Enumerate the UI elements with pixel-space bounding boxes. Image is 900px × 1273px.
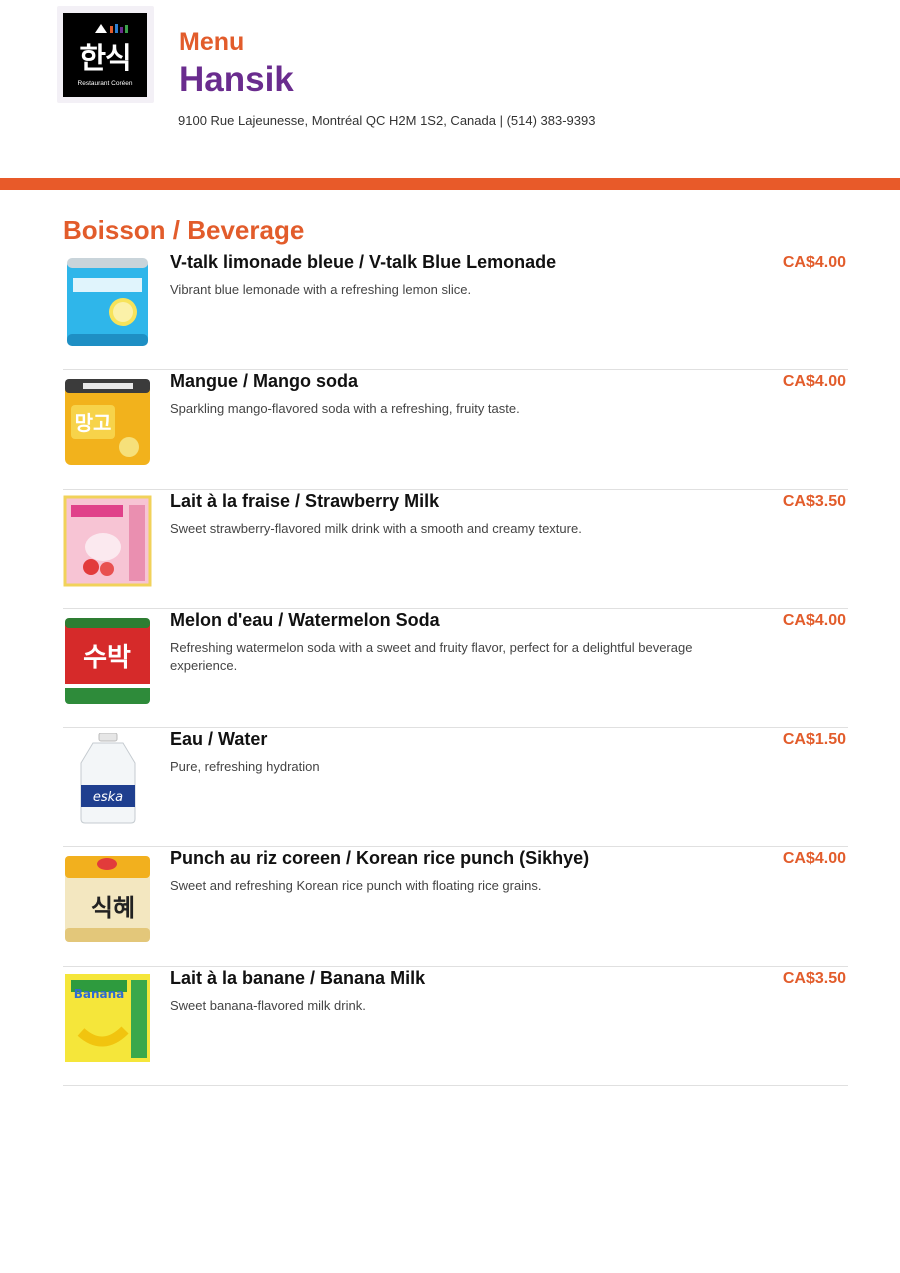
logo-badge: 한식 Restaurant Coréen: [63, 13, 147, 97]
menu-item[interactable]: V-talk limonade bleue / V-talk Blue Lemo…: [63, 251, 848, 371]
menu-item[interactable]: Lait à la fraise / Strawberry Milk Sweet…: [63, 490, 848, 609]
menu-item[interactable]: 수박 Melon d'eau / Watermelon Soda Refresh…: [63, 609, 848, 729]
item-description: Sweet banana-flavored milk drink.: [170, 997, 366, 1013]
strawberry-milk-carton-image: [63, 495, 152, 587]
item-name: V-talk limonade bleue / V-talk Blue Lemo…: [170, 252, 557, 272]
item-name: Mangue / Mango soda: [170, 371, 359, 392]
menu-item[interactable]: eska Eau / Water Pure, refreshing hydrat…: [63, 728, 848, 848]
item-price: CA$3.50: [782, 492, 846, 510]
menu-item[interactable]: Banana Lait à la banane / Banana Milk Sw…: [63, 967, 848, 1087]
water-bottle-image: eska: [80, 733, 136, 824]
svg-text:Banana: Banana: [74, 987, 125, 1001]
item-price: CA$4.00: [782, 611, 846, 629]
watermelon-soda-can-image: 수박: [65, 617, 150, 704]
item-price: CA$4.00: [782, 254, 846, 271]
item-description: Sweet and refreshing Korean rice punch w…: [170, 878, 542, 894]
svg-text:식혜: 식혜: [91, 894, 135, 922]
svg-text:eska: eska: [93, 790, 123, 805]
logo-decoration-icon: [95, 24, 128, 33]
svg-text:수박: 수박: [83, 643, 131, 673]
item-description: Vibrant blue lemonade with a refreshing …: [170, 282, 472, 297]
item-description: Pure, refreshing hydration: [170, 759, 320, 775]
logo-subtitle: Restaurant Coréen: [77, 80, 133, 87]
rice-punch-can-image: 식혜: [65, 856, 150, 943]
banana-milk-carton-image: Banana: [65, 973, 150, 1062]
item-price: CA$1.50: [782, 731, 846, 749]
logo-hangul-text: 한식: [79, 41, 131, 75]
item-name: Eau / Water: [170, 729, 268, 750]
item-description: Refreshing watermelon soda with a sweet …: [170, 639, 693, 673]
header-divider-bar: [0, 178, 900, 190]
mango-soda-can-image: 망고: [65, 379, 150, 466]
item-price: CA$4.00: [782, 373, 846, 391]
item-name: Lait à la banane / Banana Milk: [170, 967, 426, 988]
restaurant-address: 9100 Rue Lajeunesse, Montréal QC H2M 1S2…: [178, 113, 596, 128]
restaurant-name: Hansik: [179, 60, 294, 99]
restaurant-logo: 한식 Restaurant Coréen: [57, 6, 154, 103]
item-description: Sparkling mango-flavored soda with a ref…: [170, 401, 520, 417]
menu-item[interactable]: 식혜 Punch au riz coreen / Korean rice pun…: [63, 847, 848, 967]
menu-item[interactable]: 망고 Mangue / Mango soda Sparkling mango-f…: [63, 370, 848, 490]
item-price: CA$4.00: [782, 850, 846, 868]
item-name: Lait à la fraise / Strawberry Milk: [170, 490, 440, 511]
menu-label: Menu: [179, 28, 245, 56]
blue-lemonade-can-image: [67, 258, 148, 346]
svg-text:망고: 망고: [75, 411, 112, 435]
item-description: Sweet strawberry-flavored milk drink wit…: [170, 520, 582, 536]
item-name: Melon d'eau / Watermelon Soda: [170, 609, 440, 630]
item-price: CA$3.50: [782, 969, 846, 987]
menu-item-list: V-talk limonade bleue / V-talk Blue Lemo…: [63, 251, 848, 1087]
section-title: Boisson / Beverage: [63, 215, 305, 245]
item-name: Punch au riz coreen / Korean rice punch …: [170, 848, 590, 869]
